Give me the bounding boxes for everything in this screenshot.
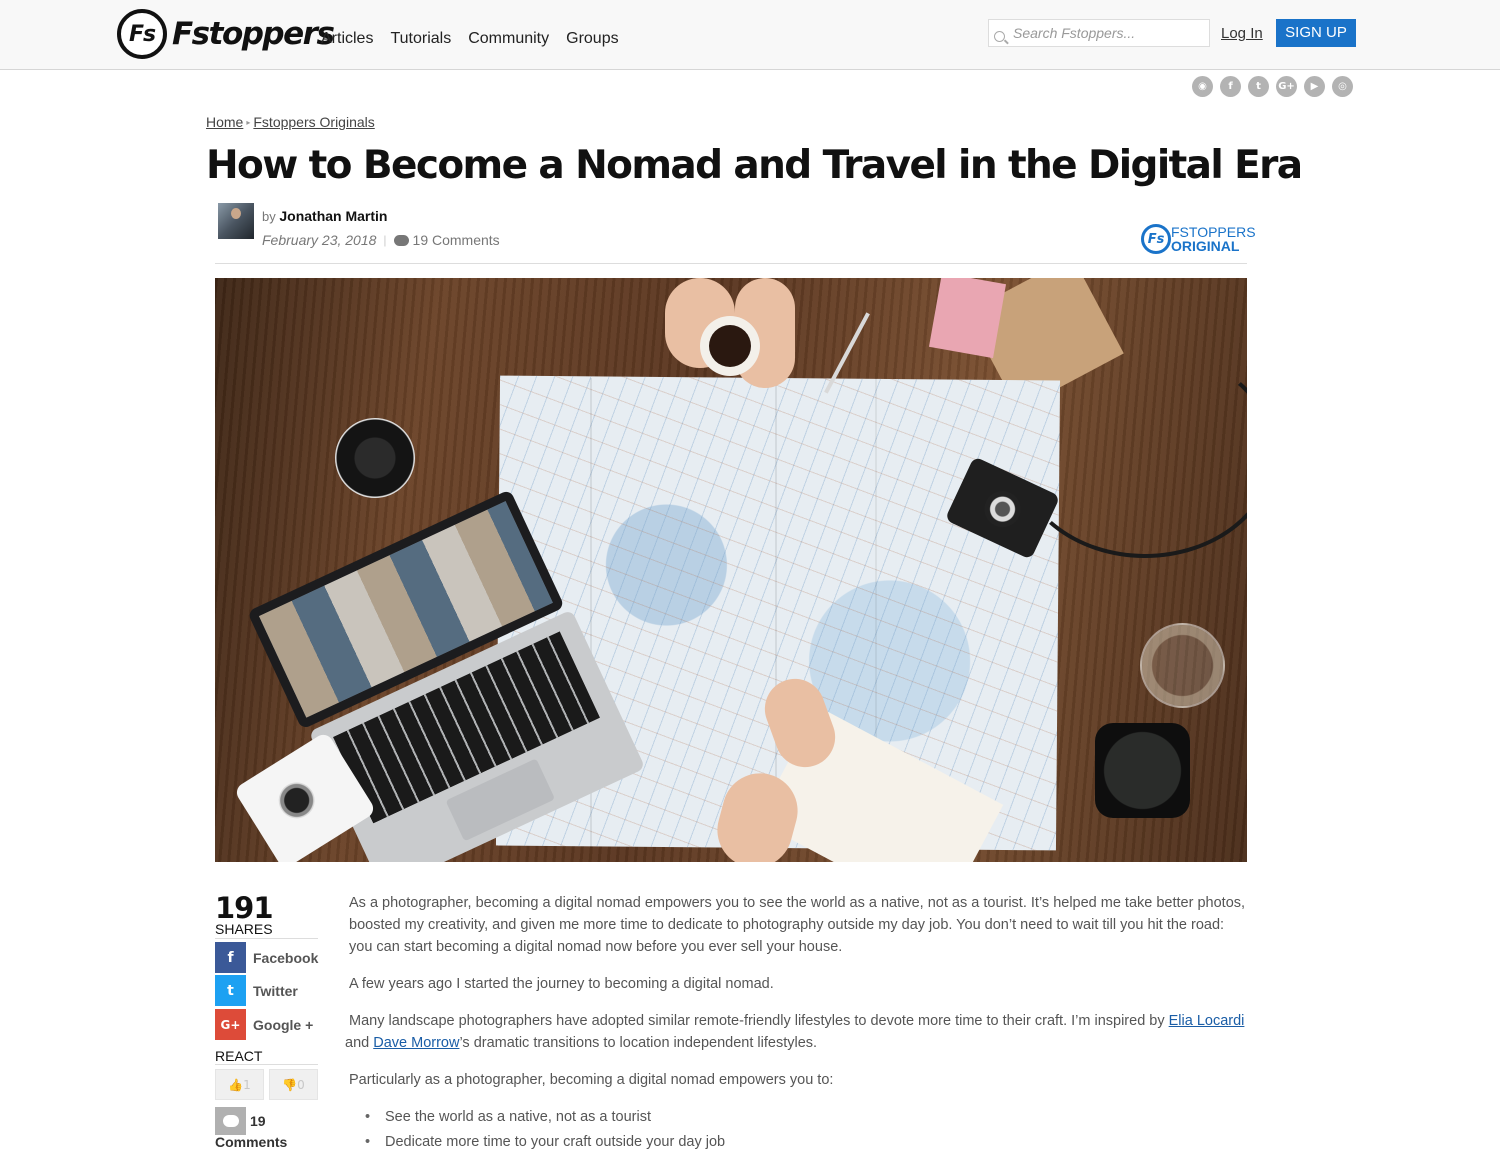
like-count: 1 — [243, 1077, 251, 1092]
link-elia-locardi[interactable]: Elia Locardi — [1169, 1013, 1245, 1029]
paragraph: Many landscape photographers have adopte… — [345, 1010, 1249, 1054]
coffee-cup-prop — [700, 316, 760, 376]
top-navbar: Fs Fstoppers Articles Tutorials Communit… — [0, 0, 1500, 70]
main-nav: Articles Tutorials Community Groups — [321, 30, 636, 48]
breadcrumb-separator-icon: ▸ — [246, 117, 251, 127]
facebook-share-button[interactable]: f Facebook — [215, 942, 318, 973]
comment-bubble-icon[interactable] — [215, 1107, 246, 1135]
share-count: 191 — [215, 891, 274, 925]
author-name[interactable]: Jonathan Martin — [279, 208, 387, 224]
by-label: by — [262, 209, 276, 224]
facebook-icon: f — [215, 942, 246, 973]
comments-icon — [393, 234, 409, 246]
rss-icon[interactable]: ◉ — [1192, 76, 1213, 97]
article-body: As a photographer, becoming a digital no… — [345, 892, 1249, 1156]
logo-wordmark: Fstoppers — [172, 16, 335, 52]
breadcrumb: Home ▸ Fstoppers Originals — [206, 114, 375, 130]
google-plus-share-button[interactable]: G+ Google + — [215, 1009, 313, 1040]
divider — [215, 263, 1247, 264]
byline: by Jonathan Martin — [262, 208, 387, 224]
fstoppers-original-badge[interactable]: Fs FSTOPPERS ORIGINAL — [1141, 224, 1256, 254]
nav-tutorials[interactable]: Tutorials — [390, 30, 451, 48]
signup-button[interactable]: SIGN UP — [1276, 19, 1356, 47]
search-icon[interactable] — [994, 31, 1005, 42]
dislike-button[interactable]: 👎 0 — [269, 1069, 318, 1100]
pink-card-prop — [928, 278, 1007, 359]
badge-line1: FSTOPPERS — [1171, 224, 1256, 240]
react-divider — [215, 1064, 318, 1065]
paragraph-text: and — [345, 1035, 374, 1051]
list-item: Dedicate more time to your craft outside… — [365, 1131, 1249, 1156]
original-badge-icon: Fs — [1141, 224, 1171, 254]
social-icons: ◉ f t G+ ▶ ◎ — [1192, 76, 1353, 97]
nav-community[interactable]: Community — [468, 30, 549, 48]
paragraph: Particularly as a photographer, becoming… — [349, 1072, 834, 1088]
paragraph: As a photographer, becoming a digital no… — [349, 895, 1246, 955]
twitter-share-label: Twitter — [253, 982, 298, 999]
cactus-prop — [1095, 723, 1190, 818]
dislike-count: 0 — [297, 1077, 305, 1092]
google-plus-share-label: Google + — [253, 1016, 314, 1033]
meta-divider: | — [383, 233, 387, 247]
facebook-icon[interactable]: f — [1220, 76, 1241, 97]
react-label: REACT — [215, 1048, 263, 1064]
twitter-icon[interactable]: t — [1248, 76, 1269, 97]
glass-prop — [1140, 623, 1225, 708]
breadcrumb-home[interactable]: Home — [206, 114, 243, 130]
share-divider — [215, 938, 318, 939]
hero-image — [215, 278, 1247, 862]
succulent-prop — [335, 418, 415, 498]
article-meta: February 23, 2018 | 19 Comments — [262, 232, 500, 248]
youtube-icon[interactable]: ▶ — [1304, 76, 1325, 97]
search-box — [988, 19, 1210, 47]
publish-date: February 23, 2018 — [262, 232, 377, 248]
comments-label[interactable]: Comments — [215, 1134, 287, 1150]
fstoppers-logo[interactable]: Fs Fstoppers — [117, 9, 335, 59]
paragraph: A few years ago I started the journey to… — [349, 976, 774, 992]
author-avatar[interactable] — [218, 203, 254, 239]
google-plus-icon[interactable]: G+ — [1276, 76, 1297, 97]
thumbs-up-icon: 👍 — [228, 1077, 244, 1092]
comment-count[interactable]: 19 — [250, 1113, 266, 1129]
benefits-list: See the world as a native, not as a tour… — [365, 1106, 1249, 1156]
like-button[interactable]: 👍 1 — [215, 1069, 264, 1100]
paragraph-text: ’s dramatic transitions to location inde… — [459, 1035, 818, 1051]
login-link[interactable]: Log In — [1221, 25, 1263, 42]
shares-label: SHARES — [215, 921, 273, 937]
comments-link[interactable]: 19 Comments — [413, 232, 500, 248]
facebook-share-label: Facebook — [253, 949, 319, 966]
link-dave-morrow[interactable]: Dave Morrow — [373, 1035, 459, 1051]
instagram-icon[interactable]: ◎ — [1332, 76, 1353, 97]
list-item: See the world as a native, not as a tour… — [365, 1106, 1249, 1131]
logo-mark-icon: Fs — [117, 9, 167, 59]
nav-groups[interactable]: Groups — [566, 30, 618, 48]
google-plus-icon: G+ — [215, 1009, 246, 1040]
paragraph-text: Many landscape photographers have adopte… — [349, 1013, 1169, 1029]
search-input[interactable] — [1013, 23, 1203, 43]
thumbs-down-icon: 👎 — [282, 1077, 298, 1092]
twitter-icon: t — [215, 975, 246, 1006]
breadcrumb-fstoppers-originals[interactable]: Fstoppers Originals — [253, 114, 374, 130]
original-badge-text: FSTOPPERS ORIGINAL — [1171, 225, 1256, 253]
twitter-share-button[interactable]: t Twitter — [215, 975, 298, 1006]
badge-line2: ORIGINAL — [1171, 238, 1240, 254]
article-title: How to Become a Nomad and Travel in the … — [206, 143, 1303, 188]
nav-articles[interactable]: Articles — [321, 30, 373, 48]
